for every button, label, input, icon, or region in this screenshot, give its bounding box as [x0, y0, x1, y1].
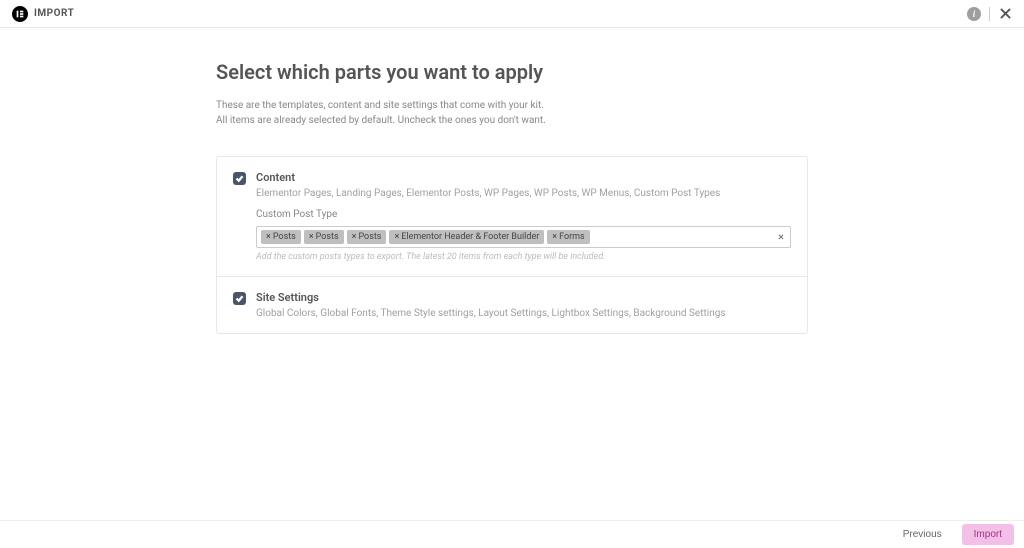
- remove-tag-icon[interactable]: ×: [352, 232, 357, 242]
- cpt-hint: Add the custom posts types to export. Th…: [256, 252, 791, 262]
- cpt-tag[interactable]: ×Forms: [547, 230, 589, 244]
- cpt-tag[interactable]: ×Posts: [261, 230, 301, 244]
- remove-tag-icon[interactable]: ×: [266, 232, 271, 242]
- selection-panel: Content Elementor Pages, Landing Pages, …: [216, 156, 808, 334]
- remove-tag-icon[interactable]: ×: [309, 232, 314, 242]
- footer: Previous Import: [0, 520, 1024, 548]
- elementor-logo: [12, 6, 28, 22]
- cpt-tag[interactable]: ×Posts: [347, 230, 387, 244]
- cpt-tag[interactable]: ×Elementor Header & Footer Builder: [389, 230, 544, 244]
- topbar-title: IMPORT: [34, 8, 74, 19]
- site-settings-checkbox[interactable]: [233, 292, 246, 305]
- info-icon[interactable]: i: [967, 7, 981, 21]
- cpt-field-label: Custom Post Type: [256, 209, 791, 220]
- tag-label: Posts: [273, 232, 296, 242]
- page-heading: Select which parts you want to apply: [216, 60, 808, 84]
- topbar-right: i: [967, 7, 1012, 21]
- close-icon[interactable]: [998, 7, 1012, 21]
- previous-button[interactable]: Previous: [891, 524, 954, 545]
- main: Select which parts you want to apply The…: [0, 28, 1024, 334]
- cpt-tag[interactable]: ×Posts: [304, 230, 344, 244]
- description-line: These are the templates, content and sit…: [216, 98, 808, 113]
- section-subtitle: Elementor Pages, Landing Pages, Elemento…: [256, 188, 791, 199]
- section-title: Content: [256, 171, 791, 184]
- clear-all-icon[interactable]: ×: [778, 231, 784, 244]
- tag-label: Elementor Header & Footer Builder: [401, 232, 539, 242]
- remove-tag-icon[interactable]: ×: [394, 232, 399, 242]
- divider: [989, 7, 990, 21]
- topbar: IMPORT i: [0, 0, 1024, 28]
- content-checkbox[interactable]: [233, 172, 246, 185]
- cpt-tag-input[interactable]: ×Posts ×Posts ×Posts ×Elementor Header &…: [256, 226, 791, 248]
- tag-label: Posts: [316, 232, 339, 242]
- tag-label: Posts: [358, 232, 381, 242]
- content-container: Select which parts you want to apply The…: [216, 60, 808, 334]
- section-title: Site Settings: [256, 291, 791, 304]
- topbar-left: IMPORT: [12, 6, 74, 22]
- section-content: Content Elementor Pages, Landing Pages, …: [217, 157, 807, 277]
- section-subtitle: Global Colors, Global Fonts, Theme Style…: [256, 308, 791, 319]
- tag-label: Forms: [559, 232, 585, 242]
- section-site-settings: Site Settings Global Colors, Global Font…: [217, 277, 807, 333]
- import-button[interactable]: Import: [962, 524, 1014, 545]
- remove-tag-icon[interactable]: ×: [552, 232, 557, 242]
- description-line: All items are already selected by defaul…: [216, 113, 808, 128]
- page-description: These are the templates, content and sit…: [216, 98, 808, 128]
